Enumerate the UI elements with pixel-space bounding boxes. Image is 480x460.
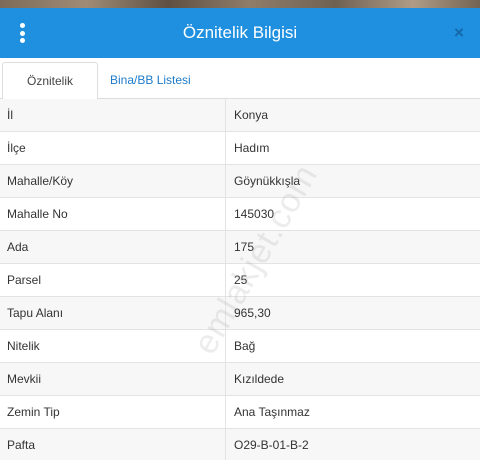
- table-row: Zemin Tip Ana Taşınmaz: [0, 396, 480, 429]
- menu-dot: [19, 38, 25, 43]
- row-label: Parsel: [0, 264, 226, 296]
- row-value: Göynükkışla: [234, 174, 301, 188]
- table-row: Mevkii Kızıldede: [0, 363, 480, 396]
- row-label: Mahalle No: [0, 198, 226, 230]
- table-row: Parsel 25: [0, 264, 480, 297]
- row-label: Mahalle/Köy: [0, 165, 226, 197]
- row-value: 145030: [234, 207, 275, 221]
- table-row: İl Konya: [0, 99, 480, 132]
- row-value: Bağ: [234, 339, 256, 353]
- table-row: Tapu Alanı 965,30: [0, 297, 480, 330]
- row-label: Nitelik: [0, 330, 226, 362]
- close-icon[interactable]: ×: [448, 20, 470, 46]
- menu-dot: [19, 30, 25, 36]
- row-label: Ada: [0, 231, 226, 263]
- table-row: Mahalle/Köy Göynükkışla: [0, 165, 480, 198]
- table-row: Pafta O29-B-01-B-2: [0, 429, 480, 460]
- attribute-table: İl Konya İlçe Hadım Mahalle/Köy Göynükkı…: [0, 99, 480, 460]
- tab-bar: Öznitelik Bilgisi Bina/BB Listesi: [0, 58, 480, 124]
- menu-dot: [19, 23, 25, 28]
- row-label: İlçe: [0, 132, 226, 164]
- row-value: Hadım: [234, 141, 270, 155]
- row-label: Pafta: [0, 429, 226, 460]
- row-value: O29-B-01-B-2: [234, 438, 309, 452]
- tab-oznitelik-bilgisi[interactable]: Öznitelik Bilgisi: [2, 62, 98, 124]
- row-value: Ana Taşınmaz: [234, 405, 310, 419]
- row-label: Mevkii: [0, 363, 226, 395]
- tab-bina-bb-listesi[interactable]: Bina/BB Listesi: [102, 62, 199, 100]
- row-value: 175: [234, 240, 255, 254]
- table-row: Ada 175: [0, 231, 480, 264]
- row-label: Tapu Alanı: [0, 297, 226, 329]
- vertical-dots-menu-icon[interactable]: [16, 23, 28, 43]
- table-row: Nitelik Bağ: [0, 330, 480, 363]
- table-row: Mahalle No 145030: [0, 198, 480, 231]
- row-value: Kızıldede: [234, 372, 285, 386]
- row-label: İl: [0, 99, 226, 131]
- dialog-header: Öznitelik Bilgisi ×: [0, 8, 480, 58]
- row-value: Konya: [234, 108, 269, 122]
- row-value: 965,30: [234, 306, 271, 320]
- row-label: Zemin Tip: [0, 396, 226, 428]
- table-row: İlçe Hadım: [0, 132, 480, 165]
- dialog-title: Öznitelik Bilgisi: [182, 23, 298, 42]
- row-value: 25: [234, 273, 248, 287]
